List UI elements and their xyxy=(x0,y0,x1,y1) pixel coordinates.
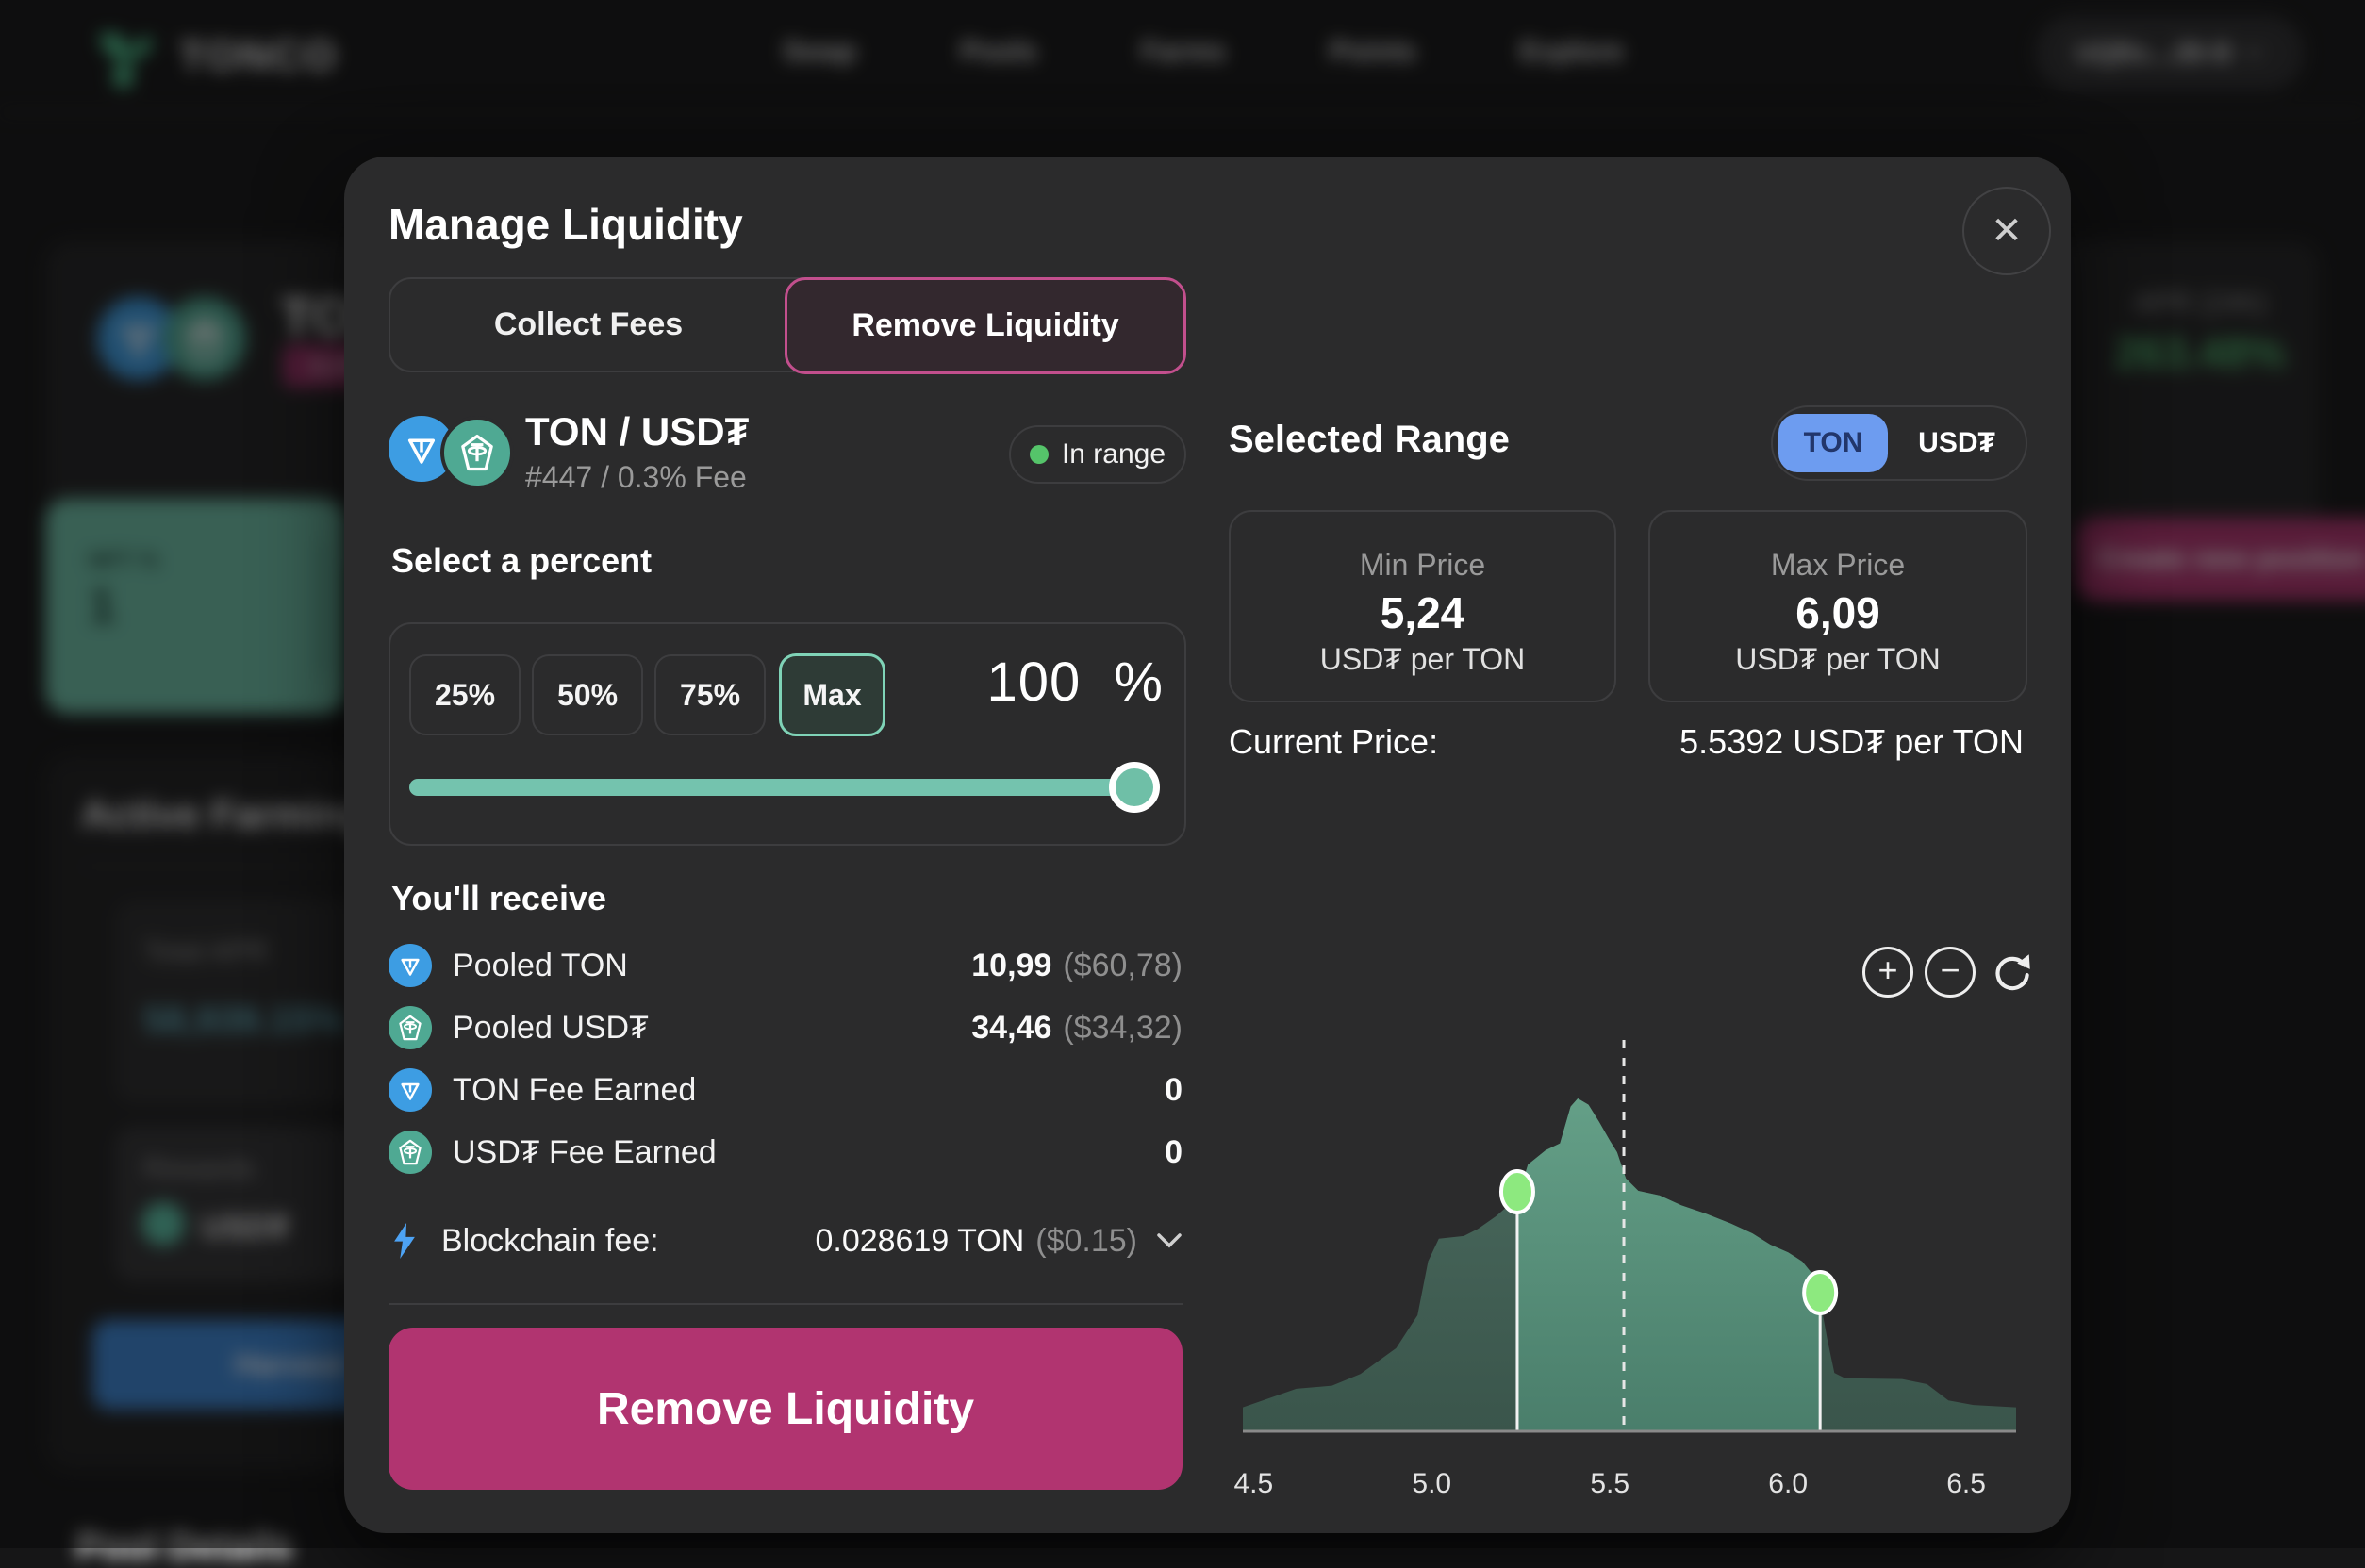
select-percent-heading: Select a percent xyxy=(391,541,652,581)
percent-75-button[interactable]: 75% xyxy=(654,654,766,735)
min-price-label: Min Price xyxy=(1231,548,1614,583)
percent-slider-handle[interactable] xyxy=(1109,762,1160,813)
max-price-card[interactable]: Max Price 6,09 USD₮ per TON xyxy=(1648,510,2027,702)
percent-50-button[interactable]: 50% xyxy=(532,654,643,735)
receive-row-value: 0 xyxy=(1165,1072,1182,1109)
max-price-value: 6,09 xyxy=(1650,587,2026,638)
chart-controls: + − xyxy=(1862,947,2036,998)
range-currency-toggle: TON USD₮ xyxy=(1771,405,2027,481)
fee-label: Blockchain fee: xyxy=(441,1223,659,1260)
remove-liquidity-button[interactable]: Remove Liquidity xyxy=(389,1328,1182,1490)
svg-text:4.5: 4.5 xyxy=(1233,1468,1273,1499)
zoom-out-button[interactable]: − xyxy=(1925,947,1976,998)
tab-collect-fees[interactable]: Collect Fees xyxy=(390,279,786,371)
svg-text:6.5: 6.5 xyxy=(1946,1468,1986,1499)
receive-heading: You'll receive xyxy=(391,879,606,918)
zoom-in-button[interactable]: + xyxy=(1862,947,1913,998)
close-icon: ✕ xyxy=(1991,212,2023,250)
max-price-unit: USD₮ per TON xyxy=(1650,642,2026,677)
receive-row-label: Pooled USD₮ xyxy=(453,1010,649,1047)
in-range-label: In range xyxy=(1062,438,1166,470)
current-price-value: 5.5392 USD₮ per TON xyxy=(1458,722,2024,762)
percent-value: 100 xyxy=(987,652,1082,713)
toggle-ton[interactable]: TON xyxy=(1778,414,1888,472)
plus-icon: + xyxy=(1877,953,1897,987)
receive-row-value: 10,99 xyxy=(971,948,1051,984)
min-price-unit: USD₮ per TON xyxy=(1231,642,1614,677)
in-range-dot xyxy=(1030,445,1049,464)
receive-row: TON Fee Earned 0 xyxy=(389,1059,1182,1121)
receive-row-value: 0 xyxy=(1165,1134,1182,1171)
liquidity-chart[interactable]: 4.5 5.0 5.5 6.0 6.5 xyxy=(1221,1023,2037,1518)
chevron-down-icon[interactable] xyxy=(1156,1232,1182,1249)
min-price-value: 5,24 xyxy=(1231,587,1614,638)
pair-meta: #447 / 0.3% Fee xyxy=(525,460,747,495)
receive-row-label: USD₮ Fee Earned xyxy=(453,1134,717,1171)
svg-text:5.5: 5.5 xyxy=(1590,1468,1629,1499)
svg-text:5.0: 5.0 xyxy=(1412,1468,1451,1499)
in-range-badge: In range xyxy=(1009,425,1186,484)
receive-row-sub: ($34,32) xyxy=(1063,1010,1182,1047)
lightning-icon xyxy=(389,1220,421,1262)
percent-25-button[interactable]: 25% xyxy=(409,654,521,735)
toggle-usdt[interactable]: USD₮ xyxy=(1888,427,2026,459)
percent-unit: % xyxy=(1114,652,1164,713)
pair-name: TON / USD₮ xyxy=(525,409,749,454)
current-price-label: Current Price: xyxy=(1229,722,1438,762)
close-button[interactable]: ✕ xyxy=(1962,187,2051,275)
ton-icon xyxy=(389,944,432,987)
tab-remove-liquidity[interactable]: Remove Liquidity xyxy=(785,277,1186,374)
receive-row: Pooled TON 10,99 ($60,78) xyxy=(389,934,1182,997)
receive-row: Pooled USD₮ 34,46 ($34,32) xyxy=(389,997,1182,1059)
usdt-icon xyxy=(389,1006,432,1049)
blockchain-fee-row[interactable]: Blockchain fee: 0.028619 TON ($0.15) xyxy=(389,1213,1182,1269)
minus-icon: − xyxy=(1940,953,1960,987)
percent-panel: 25% 50% 75% Max 100 % xyxy=(389,622,1186,846)
receive-row-sub: ($60,78) xyxy=(1063,948,1182,984)
ton-icon xyxy=(389,1068,432,1112)
tabs-container: Collect Fees Remove Liquidity xyxy=(389,277,1186,372)
selected-range-heading: Selected Range xyxy=(1229,419,1510,461)
min-price-card[interactable]: Min Price 5,24 USD₮ per TON xyxy=(1229,510,1616,702)
receive-row-label: TON Fee Earned xyxy=(453,1072,696,1109)
fee-sub: ($0.15) xyxy=(1035,1223,1137,1260)
modal-title: Manage Liquidity xyxy=(389,199,743,250)
usdt-icon xyxy=(389,1131,432,1174)
refresh-icon[interactable] xyxy=(1987,948,2036,997)
svg-text:6.0: 6.0 xyxy=(1768,1468,1808,1499)
manage-liquidity-modal: Manage Liquidity ✕ Collect Fees Remove L… xyxy=(344,157,2071,1533)
receive-row: USD₮ Fee Earned 0 xyxy=(389,1121,1182,1183)
receive-row-value: 34,46 xyxy=(971,1010,1051,1047)
divider xyxy=(389,1303,1182,1305)
max-price-label: Max Price xyxy=(1650,548,2026,583)
fee-value: 0.028619 TON xyxy=(815,1223,1024,1260)
receive-row-label: Pooled TON xyxy=(453,948,628,984)
usdt-icon xyxy=(440,416,514,489)
percent-max-button[interactable]: Max xyxy=(779,653,885,736)
percent-slider-track[interactable] xyxy=(409,779,1150,796)
